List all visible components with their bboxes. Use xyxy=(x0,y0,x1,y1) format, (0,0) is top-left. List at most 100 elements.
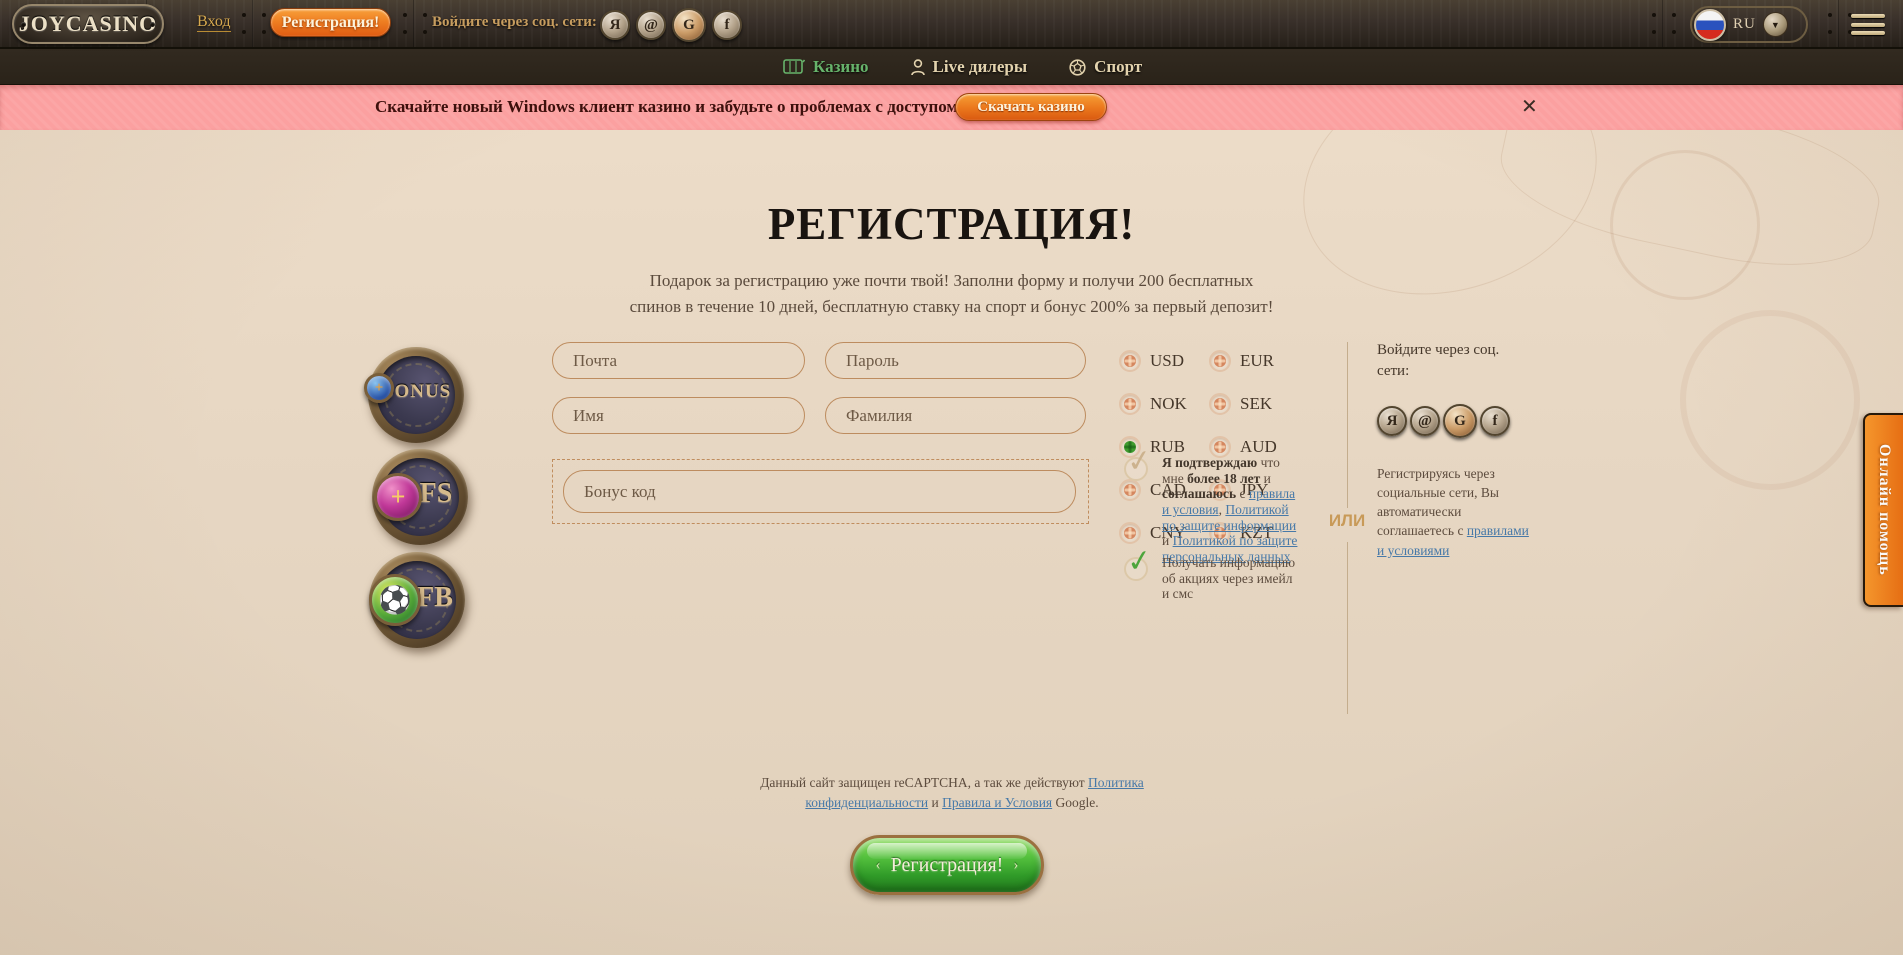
close-icon[interactable]: ✕ xyxy=(1521,94,1538,119)
submit-registration-button[interactable]: ‹ Регистрация! › xyxy=(850,835,1044,895)
slot-machine-icon xyxy=(783,59,805,76)
right-arrow-icon: › xyxy=(1013,857,1018,874)
header-social-icons: Я @ G f xyxy=(600,8,742,42)
text: с xyxy=(1236,486,1249,501)
radio-icon xyxy=(1119,393,1141,415)
checkmark-icon: ✓ xyxy=(1125,545,1154,578)
currency-row: NOK SEK xyxy=(1119,382,1287,425)
plus-orb-icon: + xyxy=(374,473,422,521)
person-icon xyxy=(911,59,925,76)
or-label: ИЛИ xyxy=(1319,511,1375,531)
panel-seam xyxy=(1838,0,1839,47)
age-confirm-text: Я подтверждаю что мне более 18 лет и сог… xyxy=(1162,455,1299,565)
download-casino-button[interactable]: Скачать казино xyxy=(955,93,1107,121)
currency-label: AUD xyxy=(1240,437,1277,457)
football-icon xyxy=(1069,59,1086,76)
facebook-icon[interactable]: f xyxy=(712,10,742,40)
online-help-tab[interactable]: Онлайн помощь xyxy=(1863,413,1903,607)
checkbox-age-checked[interactable]: ✓ xyxy=(1124,457,1148,481)
first-name-input[interactable] xyxy=(552,397,805,434)
logo-text: JOYCASINO xyxy=(19,11,158,37)
radio-icon xyxy=(1209,350,1231,372)
paper-stain xyxy=(1680,310,1860,490)
tab-label: Казино xyxy=(813,57,869,77)
menu-bar xyxy=(1851,14,1885,18)
login-link[interactable]: Вход xyxy=(197,13,231,32)
currency-option-eur[interactable]: EUR xyxy=(1209,350,1274,372)
vertical-divider xyxy=(1347,542,1348,714)
text: Google. xyxy=(1052,795,1099,810)
bold-text: более 18 лет xyxy=(1187,471,1260,486)
recaptcha-note: Данный сайт защищен reCAPTCHA, а так же … xyxy=(752,773,1152,812)
terms-link[interactable]: Правила и Условия xyxy=(942,795,1052,810)
email-input[interactable] xyxy=(552,342,805,379)
last-name-input[interactable] xyxy=(825,397,1086,434)
page-title: РЕГИСТРАЦИЯ! xyxy=(0,198,1903,250)
badge-free-spins: FS + xyxy=(372,449,468,545)
logo[interactable]: JOYCASINO xyxy=(12,4,164,44)
panel-seam xyxy=(413,0,414,47)
menu-icon[interactable] xyxy=(1851,14,1885,35)
menu-bar xyxy=(1851,23,1885,27)
subtitle-line: Подарок за регистрацию уже почти твой! З… xyxy=(0,268,1903,294)
currency-option-usd[interactable]: USD xyxy=(1119,350,1209,372)
vertical-divider xyxy=(1347,342,1348,508)
text: и xyxy=(1260,471,1271,486)
russian-flag-icon xyxy=(1694,9,1726,41)
submit-label: Регистрация! xyxy=(891,854,1004,877)
tab-label: Спорт xyxy=(1094,57,1142,77)
google-icon[interactable]: G xyxy=(672,8,706,42)
radio-icon xyxy=(1119,350,1141,372)
currency-label: USD xyxy=(1150,351,1184,371)
language-selector[interactable]: RU ▼ xyxy=(1690,6,1808,43)
yandex-icon[interactable]: Я xyxy=(1377,406,1407,436)
checkmark-icon: ✓ xyxy=(1125,445,1154,478)
nav-tabs: Казино Live дилеры Спорт xyxy=(783,49,1142,85)
yandex-icon[interactable]: Я xyxy=(600,10,630,40)
social-icons-row: Я @ G f xyxy=(1377,404,1537,438)
promo-consent-text: Получать информацию об акциях через имей… xyxy=(1162,555,1302,602)
language-code: RU xyxy=(1733,16,1756,33)
panel-seam xyxy=(1662,0,1663,47)
subtitle-line: спинов в течение 10 дней, бесплатную ста… xyxy=(0,294,1903,320)
registration-page: РЕГИСТРАЦИЯ! Подарок за регистрацию уже … xyxy=(0,130,1903,955)
page-subtitle: Подарок за регистрацию уже почти твой! З… xyxy=(0,268,1903,321)
currency-label: EUR xyxy=(1240,351,1274,371)
menu-bar xyxy=(1851,31,1885,35)
banner-text: Скачайте новый Windows клиент казино и з… xyxy=(375,97,958,117)
panel-seam xyxy=(252,0,253,47)
badge-free-bet: FB ⚽ xyxy=(369,552,465,648)
tab-sport[interactable]: Спорт xyxy=(1069,57,1142,77)
social-login-column: Войдите через соц. сети: Я @ G f Регистр… xyxy=(1377,340,1537,560)
radio-icon xyxy=(1209,393,1231,415)
mail-ru-icon[interactable]: @ xyxy=(1410,406,1440,436)
bold-text: соглашаюсь xyxy=(1162,486,1236,501)
currency-row: USD EUR xyxy=(1119,339,1287,382)
currency-label: RUB xyxy=(1150,437,1185,457)
facebook-icon[interactable]: f xyxy=(1480,406,1510,436)
tab-casino[interactable]: Казино xyxy=(783,57,869,77)
currency-label: NOK xyxy=(1150,394,1187,414)
social-column-title: Войдите через соц. сети: xyxy=(1377,340,1505,382)
register-button[interactable]: Регистрация! xyxy=(270,8,391,37)
text: и xyxy=(1162,533,1173,548)
chevron-down-icon[interactable]: ▼ xyxy=(1763,12,1788,37)
bonus-code-input[interactable] xyxy=(563,470,1076,513)
google-icon[interactable]: G xyxy=(1443,404,1477,438)
tab-label: Live дилеры xyxy=(933,57,1028,77)
password-input[interactable] xyxy=(825,342,1086,379)
currency-option-sek[interactable]: SEK xyxy=(1209,393,1272,415)
checkbox-promo-checked[interactable]: ✓ xyxy=(1124,557,1148,581)
mail-ru-icon[interactable]: @ xyxy=(636,10,666,40)
social-login-prompt: Войдите через соц. сети: xyxy=(432,14,597,31)
bold-text: Я подтверждаю xyxy=(1162,455,1257,470)
currency-option-nok[interactable]: NOK xyxy=(1119,393,1209,415)
currency-label: SEK xyxy=(1240,394,1272,414)
download-banner: Скачайте новый Windows клиент казино и з… xyxy=(0,85,1903,130)
badge-bonus: BONUS + xyxy=(368,347,464,443)
plus-orb-icon: + xyxy=(364,373,394,403)
tab-live-dealers[interactable]: Live дилеры xyxy=(911,57,1028,77)
football-orb-icon: ⚽ xyxy=(369,574,421,626)
text: и xyxy=(928,795,942,810)
top-bar: JOYCASINO Вход Регистрация! Войдите чере… xyxy=(0,0,1903,49)
